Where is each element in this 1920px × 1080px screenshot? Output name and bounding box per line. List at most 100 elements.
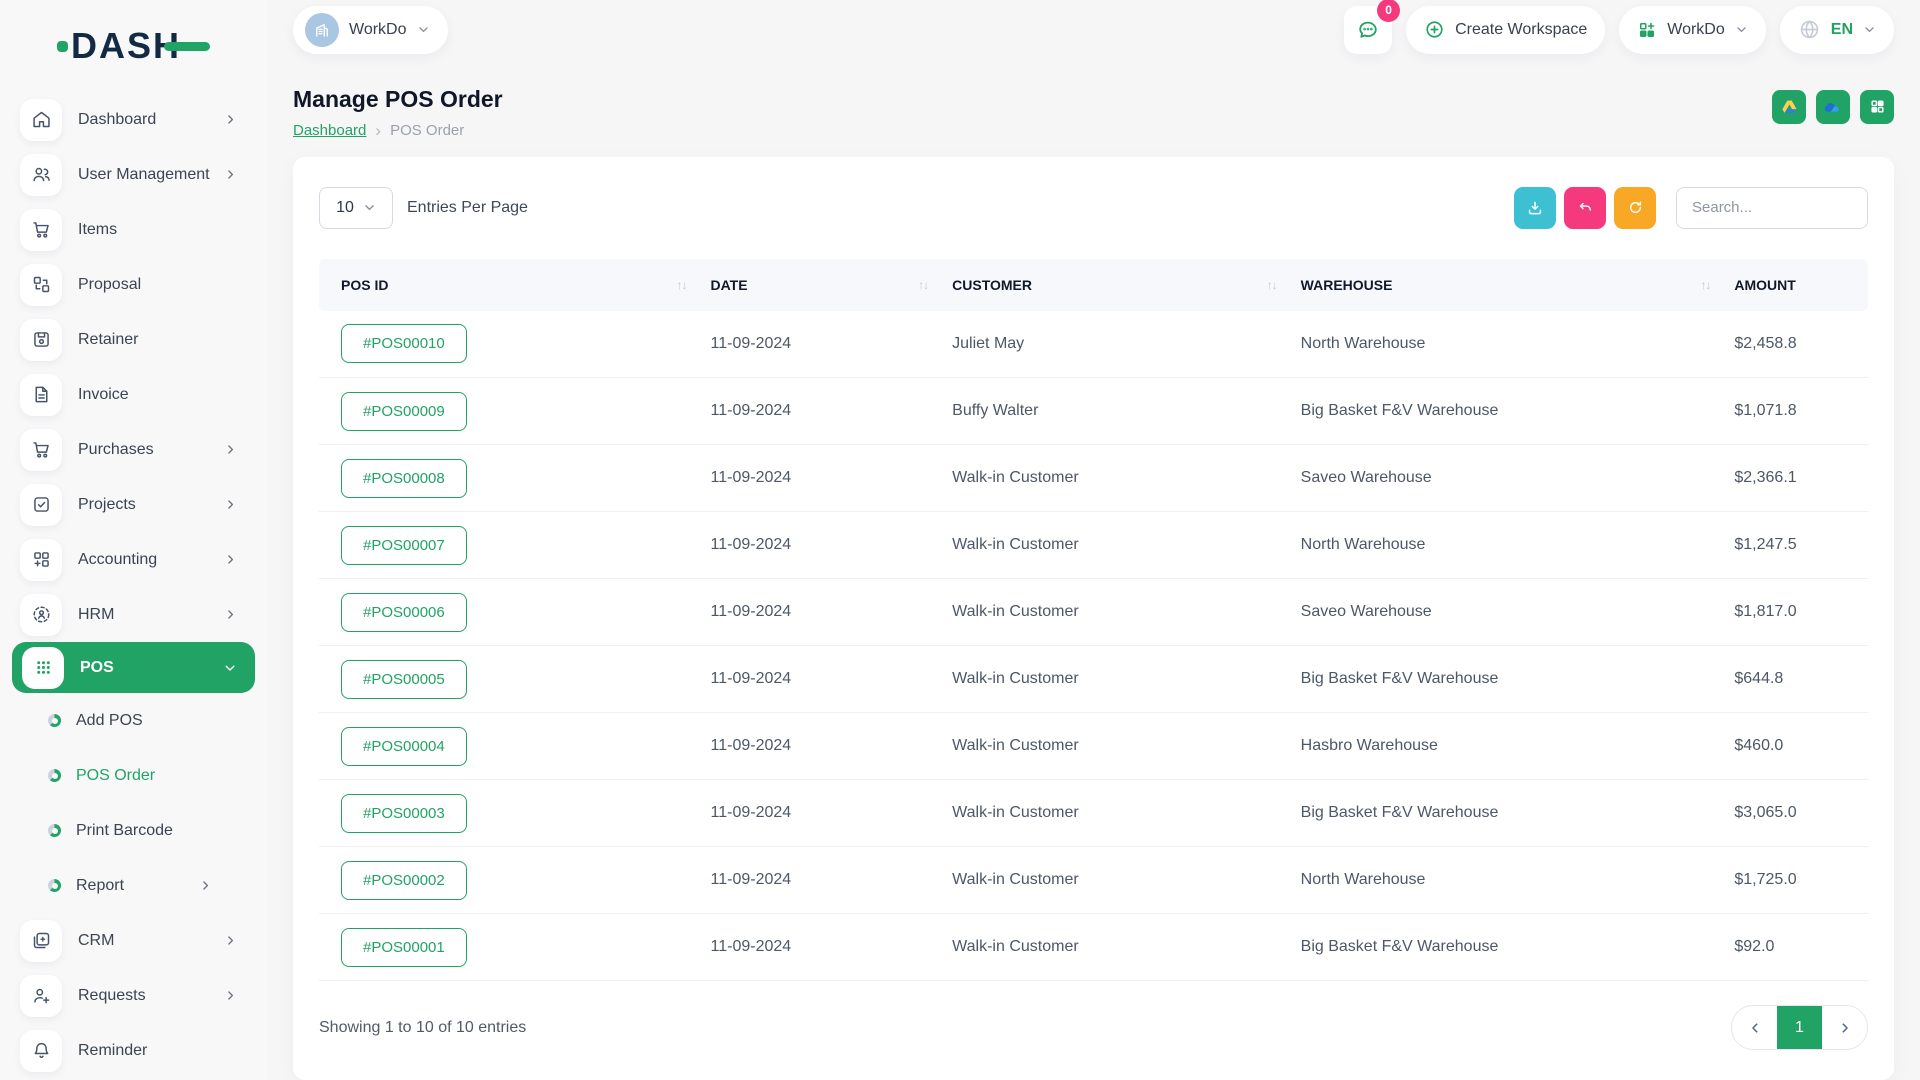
cell-amount: $3,065.0 <box>1722 780 1868 847</box>
messages-button[interactable]: 0 <box>1344 6 1392 54</box>
sidebar-item-retainer[interactable]: Retainer <box>0 312 267 367</box>
chevron-right-icon <box>224 443 237 456</box>
chevron-left-icon <box>1748 1021 1762 1035</box>
prev-page-button[interactable] <box>1732 1006 1777 1049</box>
table-row: #POS00008 11-09-2024 Walk-in Customer Sa… <box>319 445 1868 512</box>
chevron-right-icon <box>224 553 237 566</box>
page-1-button[interactable]: 1 <box>1777 1006 1822 1049</box>
column-header-date[interactable]: DATE↑↓ <box>699 259 941 311</box>
chevron-down-icon <box>417 23 430 36</box>
page-header: Manage POS Order Dashboard › POS Order <box>293 86 1894 139</box>
sidebar-item-label: Invoice <box>78 386 129 404</box>
pos-id-link[interactable]: #POS00006 <box>341 593 467 632</box>
sidebar-item-user-management[interactable]: User Management <box>0 147 267 202</box>
reset-button[interactable] <box>1564 187 1606 229</box>
breadcrumb-dashboard-link[interactable]: Dashboard <box>293 122 366 139</box>
chevron-down-icon <box>363 201 376 214</box>
sidebar-item-label: CRM <box>78 932 114 950</box>
cell-date: 11-09-2024 <box>699 378 941 445</box>
dots-grid-icon <box>22 647 64 689</box>
pos-id-link[interactable]: #POS00003 <box>341 794 467 833</box>
column-header-pos-id[interactable]: POS ID↑↓ <box>319 259 699 311</box>
sidebar-item-reminder[interactable]: Reminder <box>0 1023 267 1078</box>
onedrive-button[interactable] <box>1816 90 1850 124</box>
sidebar-subitem-print-barcode[interactable]: Print Barcode <box>0 803 267 858</box>
entries-per-page-select[interactable]: 10 <box>319 187 393 229</box>
sidebar-item-label: POS <box>80 659 114 677</box>
sidebar-subitem-report[interactable]: Report <box>0 858 267 913</box>
create-workspace-label: Create Workspace <box>1455 21 1587 39</box>
showing-entries-text: Showing 1 to 10 of 10 entries <box>319 1019 526 1037</box>
cell-amount: $644.8 <box>1722 646 1868 713</box>
sidebar: DASH Dashboard User Management <box>0 0 267 1080</box>
sort-icon[interactable]: ↑↓ <box>918 278 928 292</box>
google-drive-button[interactable] <box>1772 90 1806 124</box>
bullet-icon <box>48 714 61 727</box>
google-drive-icon <box>1780 97 1799 116</box>
sidebar-item-label: Accounting <box>78 551 157 569</box>
sidebar-subitem-add-pos[interactable]: Add POS <box>0 693 267 748</box>
language-code: EN <box>1831 21 1853 39</box>
sidebar-item-label: Items <box>78 221 117 239</box>
app-root: DASH Dashboard User Management <box>0 0 1920 1080</box>
cell-warehouse: Saveo Warehouse <box>1289 445 1723 512</box>
workspace-selector[interactable]: WorkDo <box>293 6 448 54</box>
column-header-customer[interactable]: CUSTOMER↑↓ <box>940 259 1289 311</box>
sidebar-item-requests[interactable]: Requests <box>0 968 267 1023</box>
table-row: #POS00001 11-09-2024 Walk-in Customer Bi… <box>319 914 1868 981</box>
invoice-document-icon <box>20 374 62 416</box>
pos-id-link[interactable]: #POS00001 <box>341 928 467 967</box>
sort-icon[interactable]: ↑↓ <box>677 278 687 292</box>
next-page-button[interactable] <box>1822 1006 1867 1049</box>
cell-customer: Buffy Walter <box>940 378 1289 445</box>
sidebar-item-crm[interactable]: CRM <box>0 913 267 968</box>
pos-id-link[interactable]: #POS00005 <box>341 660 467 699</box>
chevron-right-icon <box>224 608 237 621</box>
cell-amount: $2,366.1 <box>1722 445 1868 512</box>
sidebar-item-proposal[interactable]: Proposal <box>0 257 267 312</box>
cell-warehouse: North Warehouse <box>1289 512 1723 579</box>
sidebar-item-pos[interactable]: POS <box>12 642 255 693</box>
breadcrumb-separator-icon: › <box>375 122 381 139</box>
sort-icon[interactable]: ↑↓ <box>1267 278 1277 292</box>
pos-id-link[interactable]: #POS00009 <box>341 392 467 431</box>
pos-id-link[interactable]: #POS00002 <box>341 861 467 900</box>
apps-grid-button[interactable] <box>1860 90 1894 124</box>
pos-id-link[interactable]: #POS00008 <box>341 459 467 498</box>
proposal-icon <box>20 264 62 306</box>
cell-warehouse: Big Basket F&V Warehouse <box>1289 780 1723 847</box>
sort-icon[interactable]: ↑↓ <box>1700 278 1710 292</box>
topbar: WorkDo 0 Create Workspace <box>267 0 1920 60</box>
breadcrumb: Dashboard › POS Order <box>293 122 503 139</box>
refresh-button[interactable] <box>1614 187 1656 229</box>
pos-id-link[interactable]: #POS00004 <box>341 727 467 766</box>
sidebar-item-invoice[interactable]: Invoice <box>0 367 267 422</box>
pos-id-link[interactable]: #POS00007 <box>341 526 467 565</box>
pos-id-link[interactable]: #POS00010 <box>341 324 467 363</box>
chevron-right-icon <box>224 498 237 511</box>
sidebar-item-dashboard[interactable]: Dashboard <box>0 92 267 147</box>
column-header-amount[interactable]: AMOUNT <box>1722 259 1868 311</box>
search-input[interactable] <box>1676 187 1868 229</box>
sidebar-item-label: Projects <box>78 496 136 514</box>
language-selector[interactable]: EN <box>1780 6 1894 54</box>
chat-bubble-icon <box>1356 18 1380 42</box>
sidebar-item-projects[interactable]: Projects <box>0 477 267 532</box>
cell-amount: $1,817.0 <box>1722 579 1868 646</box>
sidebar-item-hrm[interactable]: HRM <box>0 587 267 642</box>
table-row: #POS00005 11-09-2024 Walk-in Customer Bi… <box>319 646 1868 713</box>
create-workspace-button[interactable]: Create Workspace <box>1406 6 1605 54</box>
brand-logo[interactable]: DASH <box>0 0 267 92</box>
workdo-menu-button[interactable]: WorkDo <box>1619 6 1766 54</box>
page-content: Manage POS Order Dashboard › POS Order <box>267 60 1920 1080</box>
table-header-row: POS ID↑↓ DATE↑↓ CUSTOMER↑↓ WAREHOUSE↑↓ A… <box>319 259 1868 311</box>
column-header-warehouse[interactable]: WAREHOUSE↑↓ <box>1289 259 1723 311</box>
table-row: #POS00004 11-09-2024 Walk-in Customer Ha… <box>319 713 1868 780</box>
sidebar-item-items[interactable]: Items <box>0 202 267 257</box>
export-button[interactable] <box>1514 187 1556 229</box>
cell-customer: Walk-in Customer <box>940 847 1289 914</box>
sidebar-item-accounting[interactable]: Accounting <box>0 532 267 587</box>
sidebar-item-purchases[interactable]: Purchases <box>0 422 267 477</box>
onedrive-icon <box>1823 97 1843 117</box>
sidebar-subitem-pos-order[interactable]: POS Order <box>0 748 267 803</box>
